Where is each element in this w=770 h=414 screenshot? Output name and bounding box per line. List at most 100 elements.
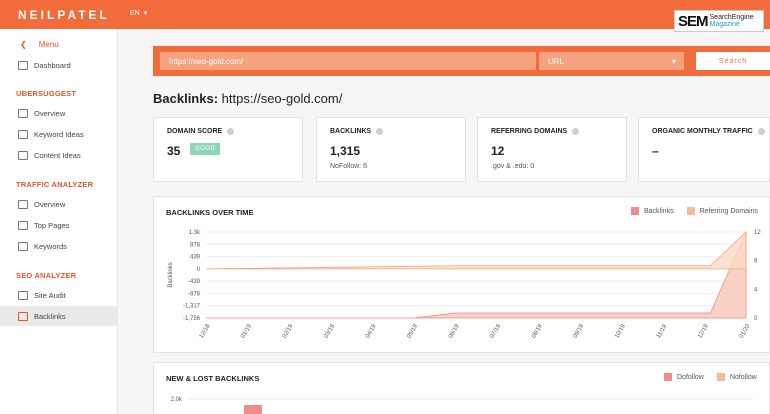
- search-bar: URL ▾ Search: [153, 46, 770, 76]
- search-type-value: URL: [548, 56, 565, 66]
- info-icon[interactable]: [376, 128, 384, 135]
- backlinks-icon: [18, 311, 28, 321]
- legend-label: Backlinks: [644, 207, 674, 215]
- card-value: 35: [167, 144, 181, 158]
- x-tick-label: 10/19: [614, 323, 627, 340]
- content-ideas-icon: [18, 150, 28, 160]
- x-tick-label: 01/19: [240, 323, 253, 340]
- domain-score-card: DOMAIN SCORE 35 GOOD: [153, 117, 303, 182]
- x-tick-label: 03/19: [323, 323, 336, 340]
- card-title: BACKLINKS: [330, 128, 372, 135]
- y-tick-label: 2.0k: [171, 397, 183, 403]
- sidebar-item-label: Keyword Ideas: [34, 129, 84, 139]
- y-axis-label: Backlinks: [168, 262, 174, 287]
- sidebar-item-keywords[interactable]: Keywords: [0, 236, 118, 256]
- sidebar-item-content-ideas[interactable]: Content Ideas: [0, 145, 118, 165]
- info-icon[interactable]: [227, 128, 235, 135]
- y-tick-label: -439: [188, 279, 201, 285]
- menu-label: Menu: [38, 40, 59, 49]
- legend-swatch: [631, 207, 639, 215]
- site-audit-icon: [18, 290, 28, 300]
- new-lost-backlinks-panel: NEW & LOST BACKLINKS Dofollow Nofollow 2…: [153, 362, 770, 414]
- y-tick-label: 1.3k: [189, 230, 201, 236]
- chevron-down-icon: ▾: [671, 56, 676, 66]
- x-tick-label: 08/19: [531, 323, 544, 340]
- sidebar-item-label: Overview: [34, 108, 66, 118]
- sidebar-item-label: Overview: [34, 199, 66, 209]
- sidebar-item-label: Dashboard: [34, 60, 71, 70]
- x-tick-label: 06/19: [448, 323, 461, 340]
- card-title: DOMAIN SCORE: [167, 128, 223, 135]
- sidebar-item-traffic-overview[interactable]: Overview: [0, 194, 118, 214]
- info-icon[interactable]: [572, 128, 580, 135]
- sidebar-item-backlinks[interactable]: Backlinks: [0, 306, 118, 326]
- legend: Backlinks Referring Domains: [631, 207, 758, 215]
- x-tick-label: 02/19: [282, 323, 295, 340]
- sidebar-item-label: Top Pages: [34, 220, 70, 230]
- legend-swatch: [664, 373, 672, 381]
- sidebar-item-dashboard[interactable]: Dashboard: [0, 55, 118, 75]
- watermark-line2: Magazine: [709, 21, 740, 28]
- url-input[interactable]: [160, 52, 536, 70]
- search-button[interactable]: Search: [696, 52, 770, 70]
- y-tick-label: 0: [197, 267, 201, 273]
- x-tick-label: 01/20: [739, 323, 752, 340]
- sidebar-item-label: Content Ideas: [34, 150, 81, 160]
- search-type-select[interactable]: URL ▾: [539, 52, 684, 70]
- watermark-sem: SEM: [678, 12, 708, 30]
- section-title-seo-analyzer: SEO ANALYZER: [16, 271, 77, 280]
- y-tick-label: 878: [190, 242, 201, 248]
- bar: [244, 405, 262, 414]
- sidebar-item-site-audit[interactable]: Site Audit: [0, 285, 118, 305]
- backlinks-over-time-panel: BACKLINKS OVER TIME Backlinks Referring …: [153, 196, 770, 353]
- y-tick-label: -1,756: [183, 316, 201, 322]
- referring-domains-card: REFERRING DOMAINS 12 .gov & .edu: 0: [477, 117, 627, 182]
- menu-toggle[interactable]: ❮ Menu: [20, 40, 59, 49]
- legend-swatch: [686, 207, 695, 215]
- status-badge: GOOD: [190, 143, 221, 155]
- watermark-line1: SearchEngine: [709, 14, 754, 21]
- y-tick-label: -878: [188, 291, 201, 297]
- dashboard-icon: [18, 60, 28, 70]
- chart-title: BACKLINKS OVER TIME: [166, 208, 254, 217]
- card-value: –: [652, 144, 659, 158]
- card-sub: NoFollow: 6: [330, 163, 367, 170]
- new-lost-chart: 2.0k: [171, 397, 754, 414]
- sidebar-item-overview[interactable]: Overview: [0, 103, 118, 123]
- section-title-traffic-analyzer: TRAFFIC ANALYZER: [16, 180, 94, 189]
- x-tick-label: 05/19: [406, 323, 419, 340]
- page-title: Backlinks: https://seo-gold.com/: [153, 91, 342, 106]
- x-tick-label: 09/19: [573, 323, 586, 340]
- sidebar-item-keyword-ideas[interactable]: Keyword Ideas: [0, 124, 118, 144]
- chevron-left-icon: ❮: [20, 40, 27, 49]
- x-tick-label: 12/18: [199, 323, 212, 340]
- x-tick-label: 12/19: [697, 323, 710, 340]
- card-title: ORGANIC MONTHLY TRAFFIC: [652, 128, 753, 135]
- keywords-icon: [18, 241, 28, 251]
- legend: Dofollow Nofollow: [664, 373, 757, 381]
- series-backlinks-area: [206, 231, 747, 319]
- y2-tick-label: 4: [754, 287, 758, 293]
- card-sub: .gov & .edu: 0: [491, 163, 535, 170]
- info-icon[interactable]: [757, 128, 765, 135]
- card-value: 1,315: [330, 144, 361, 158]
- section-title-ubersuggest: UBERSUGGEST: [16, 89, 77, 98]
- language-label: EN: [130, 9, 140, 17]
- top-bar: NEILPATEL EN ▾: [0, 0, 770, 29]
- backlinks-card: BACKLINKS 1,315 NoFollow: 6: [316, 117, 466, 182]
- legend-swatch: [716, 373, 725, 381]
- x-tick-label: 11/19: [656, 323, 669, 339]
- logo[interactable]: NEILPATEL: [18, 8, 110, 22]
- sidebar-item-label: Backlinks: [34, 311, 66, 321]
- keyword-ideas-icon: [18, 129, 28, 139]
- sidebar-item-top-pages[interactable]: Top Pages: [0, 215, 118, 235]
- organic-traffic-card: ORGANIC MONTHLY TRAFFIC –: [638, 117, 770, 182]
- sidebar: ❮ Menu Dashboard UBERSUGGEST Overview Ke…: [0, 29, 118, 414]
- page-title-url: https://seo-gold.com/: [221, 91, 343, 106]
- top-pages-icon: [18, 220, 28, 230]
- y2-tick-label: 12: [754, 230, 761, 236]
- sidebar-item-label: Keywords: [34, 241, 67, 251]
- overview-icon: [18, 108, 28, 118]
- page-title-prefix: Backlinks:: [153, 91, 219, 106]
- language-selector[interactable]: EN ▾: [130, 9, 147, 18]
